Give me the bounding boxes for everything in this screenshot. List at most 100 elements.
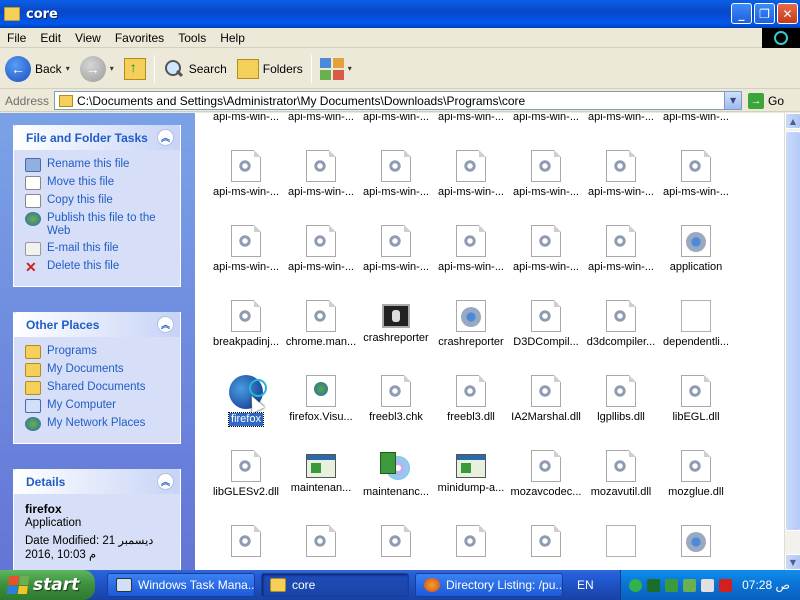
title-bar[interactable]: core _ ❐ ✕ bbox=[0, 0, 800, 28]
address-path[interactable]: C:\Documents and Settings\Administrator\… bbox=[77, 94, 525, 108]
place-my-computer[interactable]: My Computer bbox=[25, 399, 174, 413]
file-item[interactable]: mozavutil.dll bbox=[584, 450, 658, 499]
file-item[interactable]: api-ms-win-... bbox=[434, 225, 508, 274]
go-button[interactable]: → Go bbox=[748, 92, 784, 109]
task-email[interactable]: E-mail this file bbox=[25, 242, 174, 256]
file-item[interactable]: api-ms-win-... bbox=[434, 113, 508, 124]
file-item[interactable]: IA2Marshal.dll bbox=[509, 375, 583, 424]
file-item[interactable] bbox=[584, 525, 658, 557]
file-item[interactable]: api-ms-win-... bbox=[209, 113, 283, 124]
file-item[interactable]: api-ms-win-... bbox=[584, 225, 658, 274]
place-shared-documents[interactable]: Shared Documents bbox=[25, 381, 174, 395]
tray-network-icon[interactable] bbox=[647, 578, 660, 592]
file-item[interactable]: mozavcodec... bbox=[509, 450, 583, 499]
tray-green-icon[interactable] bbox=[665, 578, 678, 592]
file-item[interactable]: mozglue.dll bbox=[659, 450, 733, 499]
task-move[interactable]: Move this file bbox=[25, 176, 174, 190]
file-item[interactable]: maintenanc... bbox=[359, 450, 433, 499]
collapse-chevron-icon[interactable]: ︽ bbox=[157, 316, 174, 333]
menu-help[interactable]: Help bbox=[213, 31, 252, 45]
up-button[interactable] bbox=[119, 53, 151, 85]
file-item[interactable]: crashreporter bbox=[359, 300, 433, 345]
scroll-up-icon[interactable]: ▲ bbox=[785, 113, 800, 129]
vertical-scrollbar[interactable]: ▲ ▼ bbox=[784, 113, 800, 570]
file-item[interactable]: api-ms-win-... bbox=[659, 113, 733, 124]
file-item[interactable]: api-ms-win-... bbox=[284, 150, 358, 199]
file-view[interactable]: api-ms-win-... api-ms-win-... api-ms-win-.… bbox=[195, 113, 784, 570]
file-item[interactable]: crashreporter bbox=[434, 300, 508, 349]
file-item[interactable]: api-ms-win-... bbox=[584, 150, 658, 199]
maximize-button[interactable]: ❐ bbox=[754, 3, 775, 24]
task-delete[interactable]: ✕ Delete this file bbox=[25, 260, 174, 274]
collapse-chevron-icon[interactable]: ︽ bbox=[157, 473, 174, 490]
address-dropdown-icon[interactable]: ▼ bbox=[724, 92, 742, 109]
forward-button[interactable]: → ▾ bbox=[75, 53, 119, 85]
file-item[interactable]: api-ms-win-... bbox=[584, 113, 658, 124]
file-item[interactable]: D3DCompil... bbox=[509, 300, 583, 349]
file-item[interactable] bbox=[209, 525, 283, 557]
file-item[interactable]: api-ms-win-... bbox=[209, 150, 283, 199]
tray-volume-icon[interactable] bbox=[701, 578, 714, 592]
file-item[interactable]: minidump-a... bbox=[434, 450, 508, 495]
place-my-documents[interactable]: My Documents bbox=[25, 363, 174, 377]
file-item[interactable] bbox=[359, 525, 433, 557]
file-item[interactable] bbox=[284, 525, 358, 557]
menu-edit[interactable]: Edit bbox=[33, 31, 68, 45]
file-item[interactable]: libGLESv2.dll bbox=[209, 450, 283, 499]
file-item[interactable]: freebl3.chk bbox=[359, 375, 433, 424]
panel-header[interactable]: File and Folder Tasks ︽ bbox=[14, 125, 180, 150]
tray-app-icon[interactable] bbox=[629, 578, 642, 592]
minimize-button[interactable]: _ bbox=[731, 3, 752, 24]
file-item[interactable]: dependentli... bbox=[659, 300, 733, 349]
file-item[interactable]: api-ms-win-... bbox=[359, 225, 433, 274]
taskbar-core[interactable]: core bbox=[261, 573, 409, 597]
task-copy[interactable]: Copy this file bbox=[25, 194, 174, 208]
collapse-chevron-icon[interactable]: ︽ bbox=[157, 129, 174, 146]
menu-tools[interactable]: Tools bbox=[171, 31, 213, 45]
file-item[interactable] bbox=[434, 525, 508, 557]
file-item[interactable]: maintenan... bbox=[284, 450, 358, 495]
language-indicator[interactable]: EN bbox=[577, 578, 594, 592]
menu-file[interactable]: File bbox=[0, 31, 33, 45]
file-item[interactable]: freebl3.dll bbox=[434, 375, 508, 424]
file-item[interactable]: api-ms-win-... bbox=[509, 150, 583, 199]
file-item[interactable] bbox=[509, 525, 583, 557]
file-item[interactable]: api-ms-win-... bbox=[509, 113, 583, 124]
panel-header[interactable]: Details ︽ bbox=[14, 469, 180, 494]
file-item[interactable]: application bbox=[659, 225, 733, 274]
back-dropdown-icon[interactable]: ▾ bbox=[66, 64, 70, 73]
tray-security-shield-icon[interactable] bbox=[719, 578, 732, 592]
file-item[interactable]: d3dcompiler... bbox=[584, 300, 658, 349]
file-item[interactable] bbox=[659, 525, 733, 557]
file-item[interactable]: api-ms-win-... bbox=[209, 225, 283, 274]
file-item[interactable]: api-ms-win-... bbox=[284, 225, 358, 274]
file-item[interactable]: api-ms-win-... bbox=[659, 150, 733, 199]
file-item[interactable]: api-ms-win-... bbox=[359, 113, 433, 124]
address-input[interactable]: C:\Documents and Settings\Administrator\… bbox=[54, 91, 743, 110]
taskbar-directory-listing[interactable]: Directory Listing: /pu... bbox=[415, 573, 563, 597]
menu-favorites[interactable]: Favorites bbox=[108, 31, 171, 45]
scroll-down-icon[interactable]: ▼ bbox=[785, 554, 800, 570]
forward-dropdown-icon[interactable]: ▾ bbox=[110, 64, 114, 73]
file-item[interactable]: api-ms-win-... bbox=[509, 225, 583, 274]
search-button[interactable]: Search bbox=[158, 53, 232, 85]
panel-header[interactable]: Other Places ︽ bbox=[14, 312, 180, 337]
file-item[interactable]: api-ms-win-... bbox=[434, 150, 508, 199]
views-button[interactable]: ▾ bbox=[315, 53, 357, 85]
task-rename[interactable]: Rename this file bbox=[25, 158, 174, 172]
menu-view[interactable]: View bbox=[68, 31, 108, 45]
file-item[interactable]: api-ms-win-... bbox=[284, 113, 358, 124]
file-item[interactable]: chrome.man... bbox=[284, 300, 358, 349]
taskbar-task-manager[interactable]: Windows Task Mana... bbox=[107, 573, 255, 597]
file-item[interactable]: lgpllibs.dll bbox=[584, 375, 658, 424]
file-item[interactable]: breakpadinj... bbox=[209, 300, 283, 349]
close-button[interactable]: ✕ bbox=[777, 3, 798, 24]
file-item[interactable]: api-ms-win-... bbox=[359, 150, 433, 199]
place-programs[interactable]: Programs bbox=[25, 345, 174, 359]
task-publish[interactable]: Publish this file to the Web bbox=[25, 212, 174, 238]
start-button[interactable]: start bbox=[0, 570, 95, 600]
folders-button[interactable]: Folders bbox=[232, 53, 308, 85]
file-item[interactable]: firefox.Visu... bbox=[284, 375, 358, 424]
tray-update-icon[interactable] bbox=[683, 578, 696, 592]
back-button[interactable]: ← Back ▾ bbox=[0, 53, 75, 85]
